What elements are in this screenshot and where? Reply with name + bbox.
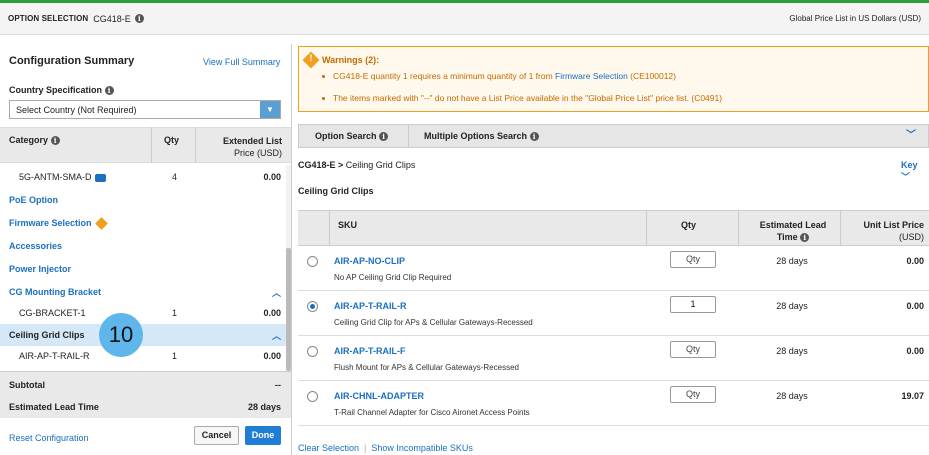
lead-time-value: 28 days: [776, 301, 808, 311]
qty-input[interactable]: Qty: [670, 341, 716, 358]
category-poe-option[interactable]: PoE Option: [9, 195, 58, 205]
chevron-up-icon[interactable]: ︿: [272, 329, 281, 342]
tab-option-search[interactable]: Option Search i: [299, 125, 389, 147]
country-spec-label: Country Specification i: [9, 85, 114, 96]
sku-description: No AP Ceiling Grid Clip Required: [334, 273, 452, 282]
category-power-injector[interactable]: Power Injector: [9, 264, 71, 274]
summary-item-qty: 4: [172, 172, 178, 182]
sku-description: Ceiling Grid Clip for APs & Cellular Gat…: [334, 318, 533, 327]
sku-link[interactable]: AIR-AP-NO-CLIP: [334, 256, 405, 266]
sku-link[interactable]: AIR-CHNL-ADAPTER: [334, 391, 424, 401]
lead-time-value: 28 days: [776, 346, 808, 356]
firmware-selection-link[interactable]: Firmware Selection: [555, 71, 628, 81]
sku-description: T-Rail Channel Adapter for Cisco Aironet…: [334, 408, 530, 417]
step-callout-badge: 10: [99, 313, 143, 357]
sku-link[interactable]: AIR-AP-T-RAIL-R: [334, 301, 407, 311]
warning-line-2: The items marked with "--" do not have a…: [322, 93, 722, 103]
key-link[interactable]: Key ﹀: [901, 160, 929, 183]
show-incompatible-skus-link[interactable]: Show Incompatible SKUs: [371, 443, 473, 453]
badge-icon: [94, 173, 106, 182]
section-title: Ceiling Grid Clips: [298, 186, 374, 196]
tab-multiple-options-search[interactable]: Multiple Options Search i: [408, 125, 539, 147]
table-footer-links: Clear Selection | Show Incompatible SKUs: [298, 443, 473, 453]
unit-price-header: Unit List Price (USD): [863, 220, 924, 242]
summary-scroll-thumb[interactable]: [286, 248, 291, 371]
page-header: OPTION SELECTION CG418-E i Global Price …: [0, 3, 929, 35]
lead-time-header: Estimated Lead Time i: [759, 220, 827, 243]
header-label: OPTION SELECTION: [8, 14, 89, 23]
search-tabs: Option Search i Multiple Options Search …: [298, 124, 929, 148]
warning-line-1: CG418-E quantity 1 requires a minimum qu…: [322, 71, 676, 81]
qty-header: Qty: [164, 135, 180, 145]
price-list-label: Global Price List in US Dollars (USD): [789, 14, 921, 23]
qty-input[interactable]: Qty: [670, 386, 716, 403]
sku-link[interactable]: AIR-AP-T-RAIL-F: [334, 346, 406, 356]
unit-price-value: 19.07: [901, 391, 924, 401]
summary-item-price: 0.00: [263, 351, 281, 361]
summary-item-bracket: CG-BRACKET-1: [19, 308, 86, 318]
summary-title: Configuration Summary: [9, 55, 135, 67]
lead-time-value: 28 days: [776, 391, 808, 401]
qty-header: Qty: [681, 220, 697, 230]
summary-item-price: 0.00: [263, 308, 281, 318]
table-row: AIR-CHNL-ADAPTER T-Rail Channel Adapter …: [298, 381, 929, 426]
category-ceiling-grid-clips[interactable]: Ceiling Grid Clips: [9, 330, 85, 340]
info-icon[interactable]: i: [50, 136, 60, 146]
chevron-down-icon[interactable]: ﹀: [906, 125, 916, 147]
cancel-button[interactable]: Cancel: [194, 426, 239, 445]
sku-header: SKU: [338, 220, 358, 230]
subtotal-label: Subtotal: [9, 380, 45, 390]
done-button[interactable]: Done: [245, 426, 281, 445]
sku-radio[interactable]: [307, 391, 318, 402]
lead-time-label: Estimated Lead Time: [9, 402, 99, 412]
subtotal-value: --: [275, 380, 281, 390]
country-select-value: Select Country (Not Required): [16, 105, 137, 115]
category-accessories[interactable]: Accessories: [9, 241, 62, 251]
country-select[interactable]: Select Country (Not Required) ▼: [9, 100, 281, 119]
summary-item-qty: 1: [172, 351, 178, 361]
options-table-header: SKU Qty Estimated Lead Time i Unit List P…: [298, 210, 929, 246]
lead-time-value: 28 days: [247, 402, 281, 412]
reset-configuration-link[interactable]: Reset Configuration: [9, 433, 89, 443]
warning-mark: !: [309, 53, 313, 63]
sku-radio[interactable]: [307, 346, 318, 357]
summary-item-qty: 1: [172, 308, 178, 318]
table-row: AIR-AP-T-RAIL-F Flush Mount for APs & Ce…: [298, 336, 929, 381]
extended-price-header: Extended List Price (USD): [222, 136, 282, 158]
unit-price-value: 0.00: [906, 346, 924, 356]
summary-item-clip: AIR-AP-T-RAIL-R: [19, 351, 90, 361]
summary-item-antenna: 5G-ANTM-SMA-D: [19, 172, 106, 182]
sku-description: Flush Mount for APs & Cellular Gateways-…: [334, 363, 519, 372]
info-icon[interactable]: i: [104, 86, 114, 96]
lead-time-value: 28 days: [776, 256, 808, 266]
clear-selection-link[interactable]: Clear Selection: [298, 443, 359, 453]
table-row: AIR-AP-T-RAIL-R Ceiling Grid Clip for AP…: [298, 291, 929, 336]
column-divider: [151, 127, 152, 163]
sku-radio[interactable]: [307, 256, 318, 267]
dropdown-caret-icon[interactable]: ▼: [260, 101, 280, 118]
breadcrumb: CG418-E > Ceiling Grid Clips: [298, 160, 416, 170]
category-table-header: Category i Qty Extended List Price (USD): [0, 127, 291, 163]
unit-price-value: 0.00: [906, 256, 924, 266]
view-full-summary-link[interactable]: View Full Summary: [203, 57, 280, 67]
chevron-up-icon[interactable]: ︿: [272, 286, 281, 299]
info-icon[interactable]: i: [379, 132, 389, 142]
info-icon[interactable]: i: [800, 233, 810, 243]
category-header: Category i: [9, 135, 60, 146]
qty-input[interactable]: Qty: [670, 251, 716, 268]
qty-input[interactable]: 1: [670, 296, 716, 313]
warning-icon: [94, 217, 108, 230]
table-row: AIR-AP-NO-CLIP No AP Ceiling Grid Clip R…: [298, 246, 929, 291]
warnings-title: Warnings (2):: [322, 55, 380, 65]
category-cg-mounting-bracket[interactable]: CG Mounting Bracket: [9, 287, 101, 297]
info-icon[interactable]: i: [529, 132, 539, 142]
unit-price-value: 0.00: [906, 301, 924, 311]
info-icon[interactable]: i: [134, 14, 144, 23]
sku-radio-selected[interactable]: [307, 301, 318, 312]
category-firmware-selection[interactable]: Firmware Selection: [9, 217, 108, 230]
header-product: CG418-E: [93, 13, 131, 24]
column-divider: [195, 127, 196, 163]
summary-item-price: 0.00: [263, 172, 281, 182]
